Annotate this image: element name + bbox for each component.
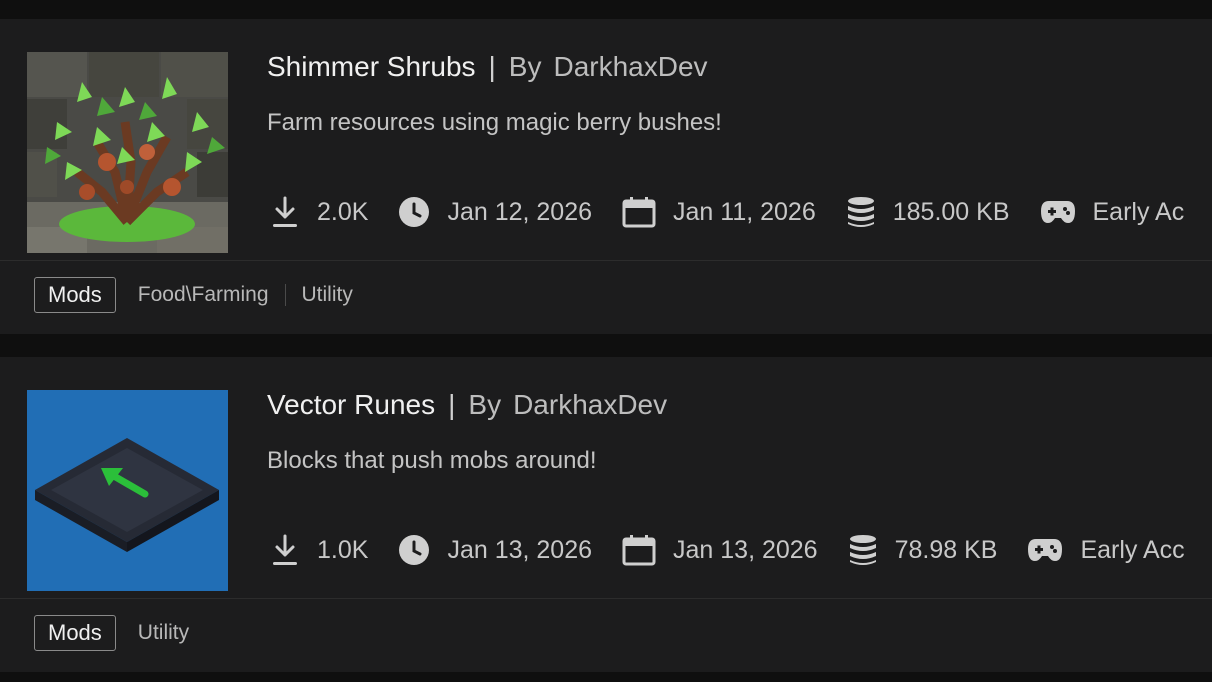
card-divider	[0, 260, 1212, 261]
title-separator: |	[448, 389, 456, 420]
tag-list: Mods Food\Farming Utility	[34, 277, 353, 313]
card-divider	[0, 598, 1212, 599]
tag-food-farming[interactable]: Food\Farming	[138, 283, 269, 307]
by-label: By	[508, 51, 542, 82]
created-date: Jan 13, 2026	[673, 535, 818, 564]
updated-date: Jan 13, 2026	[447, 535, 593, 564]
project-description: Blocks that push mobs around!	[267, 447, 597, 474]
created-stat: Jan 13, 2026	[622, 534, 818, 566]
gamepad-icon	[1040, 199, 1076, 225]
calendar-icon	[622, 196, 656, 228]
stage-stat: Early Ac	[1040, 197, 1185, 227]
stage-stat: Early Acc	[1027, 535, 1185, 565]
database-icon	[846, 196, 876, 228]
release-stage: Early Acc	[1080, 535, 1185, 564]
updated-stat: Jan 12, 2026	[398, 196, 592, 228]
clock-icon	[398, 534, 430, 566]
download-icon	[270, 195, 300, 229]
project-stats: 2.0K Jan 12, 2026 Jan 11, 2026 185.00 KB…	[270, 191, 1212, 233]
project-stats: 1.0K Jan 13, 2026 Jan 13, 2026 78.98 KB …	[270, 529, 1212, 571]
project-title-row: Shimmer Shrubs | By DarkhaxDev	[267, 49, 708, 85]
author-link[interactable]: DarkhaxDev	[553, 51, 707, 83]
title-separator: |	[488, 51, 496, 82]
project-thumbnail[interactable]	[27, 390, 228, 591]
tag-utility[interactable]: Utility	[302, 283, 353, 307]
database-icon	[848, 534, 878, 566]
calendar-icon	[622, 534, 656, 566]
release-stage: Early Ac	[1092, 197, 1185, 226]
downloads-count: 1.0K	[317, 535, 369, 564]
file-size: 185.00 KB	[892, 197, 1010, 226]
tag-separator	[284, 284, 286, 306]
project-title-row: Vector Runes | By DarkhaxDev	[267, 387, 667, 423]
clock-icon	[398, 196, 430, 228]
downloads-stat: 2.0K	[270, 195, 368, 229]
gamepad-icon	[1027, 537, 1063, 563]
project-card-shimmer-shrubs[interactable]: Shimmer Shrubs | By DarkhaxDev Farm reso…	[0, 19, 1212, 334]
tag-mods[interactable]: Mods	[34, 277, 116, 313]
created-stat: Jan 11, 2026	[622, 196, 816, 228]
updated-date: Jan 12, 2026	[447, 197, 593, 226]
tag-list: Mods Utility	[34, 615, 189, 651]
downloads-count: 2.0K	[317, 197, 369, 226]
project-title-link[interactable]: Vector Runes	[267, 389, 435, 421]
by-label: By	[468, 389, 502, 420]
created-date: Jan 11, 2026	[673, 197, 816, 226]
tag-mods[interactable]: Mods	[34, 615, 116, 651]
downloads-stat: 1.0K	[270, 533, 368, 567]
size-stat: 78.98 KB	[848, 534, 998, 566]
size-stat: 185.00 KB	[846, 196, 1010, 228]
vector-rune-image	[27, 390, 228, 591]
project-card-vector-runes[interactable]: Vector Runes | By DarkhaxDev Blocks that…	[0, 357, 1212, 672]
updated-stat: Jan 13, 2026	[398, 534, 592, 566]
file-size: 78.98 KB	[894, 535, 998, 564]
project-title-link[interactable]: Shimmer Shrubs	[267, 51, 476, 83]
project-description: Farm resources using magic berry bushes!	[267, 109, 722, 136]
project-thumbnail[interactable]	[27, 52, 228, 253]
author-link[interactable]: DarkhaxDev	[513, 389, 667, 421]
berry-bush-image	[27, 52, 228, 253]
download-icon	[270, 533, 300, 567]
tag-utility[interactable]: Utility	[138, 621, 189, 645]
